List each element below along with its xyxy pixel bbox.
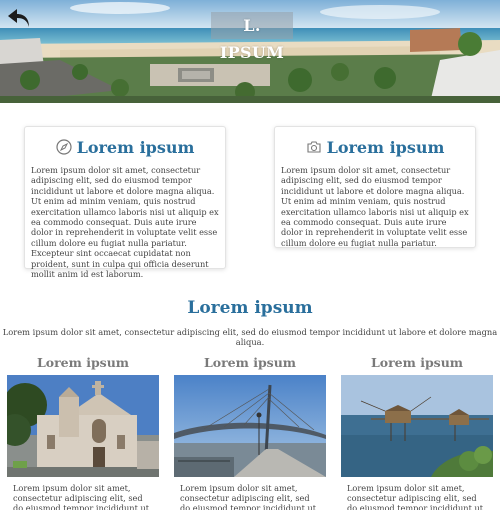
gallery-item-text: Lorem ipsum dolor sit amet, consectetur … — [347, 483, 484, 510]
gallery-item-3: Lorem ipsum Lorem ipsum dolor sit amet, … — [341, 355, 493, 510]
gallery-item-title: Lorem ipsum — [370, 355, 464, 370]
compass-icon — [55, 139, 72, 155]
hero-banner: L. IPSUM — [0, 0, 500, 103]
card-header: Lorem ipsum — [281, 129, 469, 165]
gallery-item-text: Lorem ipsum dolor sit amet, consectetur … — [13, 483, 150, 510]
card-title: Lorem ipsum — [326, 137, 445, 157]
gallery-item-1: Lorem ipsum Lorem ipsum dolor sit amet, … — [7, 355, 159, 510]
card-title: Lorem ipsum — [76, 137, 195, 157]
church-photo[interactable] — [7, 375, 159, 477]
gallery-item-2: Lorem ipsum Lorem ipsum dolor sit amet, … — [174, 355, 326, 510]
gallery-item-title: Lorem ipsum — [36, 355, 130, 370]
card-text: Lorem ipsum dolor sit amet, consectetur … — [31, 165, 219, 280]
info-card-2: Lorem ipsum Lorem ipsum dolor sit amet, … — [274, 126, 476, 248]
bridge-photo[interactable] — [174, 375, 326, 477]
gallery-item-text: Lorem ipsum dolor sit amet, consectetur … — [180, 483, 317, 510]
undo-arrow-icon — [8, 9, 29, 27]
section-text: Lorem ipsum dolor sit amet, consectetur … — [2, 327, 498, 347]
card-header: Lorem ipsum — [31, 129, 219, 165]
info-card-1: Lorem ipsum Lorem ipsum dolor sit amet, … — [24, 126, 226, 279]
hero-title: L. IPSUM — [211, 12, 293, 62]
back-button[interactable] — [6, 5, 32, 31]
camera-icon — [307, 141, 321, 153]
fishing-pier-photo[interactable] — [341, 375, 493, 477]
gallery-item-title: Lorem ipsum — [203, 355, 297, 370]
card-text: Lorem ipsum dolor sit amet, consectetur … — [281, 165, 469, 248]
section-title: Lorem ipsum — [187, 298, 313, 318]
